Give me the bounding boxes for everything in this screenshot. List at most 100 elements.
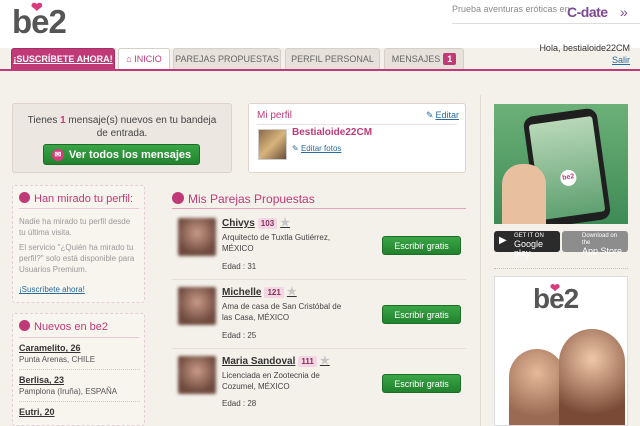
newbies-title: Nuevos en be2: [19, 320, 108, 333]
viewed-profile-panel: Han mirado tu perfil: Nadie ha mirado tu…: [12, 185, 145, 303]
match-name[interactable]: Michelle 121 ★: [222, 285, 297, 298]
match-age: Edad : 25: [222, 331, 257, 340]
match-name-text[interactable]: Chivys: [222, 218, 255, 229]
newbies-title-text: Nuevos en be2: [34, 321, 108, 333]
my-profile-title: Mi perfil: [257, 110, 293, 121]
match-name-text[interactable]: Maria Sandoval: [222, 356, 295, 367]
table-row: Chivys 103 ★ Arquitecto de Tuxtla Gutiérre…: [172, 216, 466, 280]
match-description: Ama de casa de San Cristóbal de las Casa…: [222, 302, 342, 322]
header: be2 ❤ Prueba aventuras eróticas en C-dat…: [0, 0, 640, 48]
nav-underline: [0, 69, 640, 71]
app-store-text: App Store: [582, 246, 623, 256]
tab-mensajes-label: Mensajes: [391, 54, 441, 64]
row-separator: [172, 348, 466, 349]
table-row: Maria Sandoval 111 ★ Licenciada en Zootecn…: [172, 354, 466, 418]
match-age: Edad : 28: [222, 399, 257, 408]
messages-box: Tienes 1 mensaje(s) nuevos en tu bandeja…: [12, 103, 232, 173]
heart-icon: ❤: [550, 281, 560, 295]
edit-profile-text[interactable]: Editar: [435, 110, 459, 120]
messages-count-badge: 1: [443, 53, 457, 65]
logout-link[interactable]: Salir: [612, 55, 630, 65]
write-free-button[interactable]: Escribir gratis: [382, 374, 461, 393]
tab-subscribe[interactable]: ¡Suscríbete ahora!: [11, 48, 115, 69]
envelope-icon: ✉: [51, 149, 64, 162]
messages-text-prefix: Tienes: [27, 115, 61, 126]
match-score-badge: 121: [264, 287, 284, 298]
viewed-none-text: Nadie ha mirado tu perfil desde tu últim…: [19, 217, 131, 237]
google-play-text: Google play: [514, 239, 544, 258]
viewed-divider: [19, 208, 139, 209]
newbie-location: Pamplona (Iruña), ESPAÑA: [19, 387, 118, 396]
tab-mensajes[interactable]: Mensajes 1: [384, 48, 464, 69]
tab-perfil[interactable]: Perfil personal: [285, 48, 380, 69]
phone-logo: be2: [559, 168, 578, 187]
profile-photo[interactable]: [258, 129, 287, 160]
profile-username[interactable]: Bestialoide22CM: [292, 127, 372, 138]
ad-divider: [494, 268, 628, 269]
google-play-button[interactable]: ▶ GET IT ON Google play: [494, 231, 560, 258]
messages-text-suffix: mensaje(s) nuevos en tu bandeja de entra…: [65, 115, 217, 139]
right-column-divider: [480, 95, 481, 426]
match-description: Licenciada en Zootecnia de Cozumel, MÉXI…: [222, 371, 320, 391]
user-info: Hola, bestialoide22CM Salir: [500, 42, 630, 66]
chevron-right-icon[interactable]: »: [620, 4, 628, 20]
pencil-icon: ✎: [292, 144, 301, 153]
my-profile-box: Mi perfil ✎ Editar Bestialoide22CM ✎ Edit…: [248, 103, 466, 173]
cdate-logo[interactable]: C-date: [567, 4, 608, 20]
match-name[interactable]: Maria Sandoval 111 ★: [222, 354, 330, 367]
newbie-name[interactable]: Berlisa, 23: [19, 375, 140, 385]
match-photo[interactable]: [178, 356, 216, 394]
star-icon[interactable]: ★: [320, 355, 330, 367]
newbie-name[interactable]: Caramelito, 26: [19, 343, 140, 353]
messages-notice: Tienes 1 mensaje(s) nuevos en tu bandeja…: [13, 114, 231, 140]
viewed-title: Han mirado tu perfil:: [19, 192, 133, 205]
list-item[interactable]: Eutri, 20: [19, 407, 140, 417]
pencil-icon: ✎: [425, 110, 434, 120]
matches-title: Mis Parejas Propuestas: [172, 192, 315, 206]
row-separator: [172, 279, 466, 280]
play-icon: ▶: [499, 235, 507, 246]
cdate-promo-text: Prueba aventuras eróticas en: [452, 4, 570, 14]
newbies-divider: [19, 337, 139, 338]
be2-logo[interactable]: be2 ❤: [12, 0, 67, 41]
match-score-badge: 111: [298, 356, 317, 367]
table-row: Michelle 121 ★ Ama de casa de San Cristóba…: [172, 285, 466, 349]
hand-image: [502, 164, 546, 224]
heart-icon: ❤: [31, 0, 43, 15]
be2-ad-banner[interactable]: be2 ❤: [494, 276, 628, 426]
tab-home[interactable]: ⌂ Inicio: [118, 48, 170, 69]
matches-divider: [172, 208, 466, 209]
edit-photos-link[interactable]: ✎ Editar fotos: [292, 144, 341, 153]
edit-photos-text[interactable]: Editar fotos: [301, 144, 341, 153]
list-item[interactable]: Berlisa, 23 Pamplona (Iruña), ESPAÑA: [19, 375, 140, 402]
newbie-separator: [19, 369, 140, 370]
newbie-location: Punta Arenas, CHILE: [19, 355, 96, 364]
newbies-panel: Nuevos en be2 Caramelito, 26 Punta Arena…: [12, 313, 145, 426]
edit-profile-link[interactable]: ✎ Editar: [426, 110, 459, 121]
user-greeting: Hola, bestialoide22CM: [539, 43, 630, 53]
match-name-text[interactable]: Michelle: [222, 287, 261, 298]
app-store-button[interactable]: Download on the App Store: [562, 231, 628, 256]
users-icon: [19, 320, 30, 331]
write-free-button[interactable]: Escribir gratis: [382, 236, 461, 255]
be2-ad-logo: be2 ❤: [533, 281, 579, 315]
match-photo[interactable]: [178, 287, 216, 325]
view-all-messages-button[interactable]: ✉ Ver todos los mensajes: [43, 144, 200, 165]
match-name[interactable]: Chivys 103 ★: [222, 216, 290, 229]
list-item[interactable]: Caramelito, 26 Punta Arenas, CHILE: [19, 343, 140, 370]
user-icon: [19, 192, 30, 203]
mobile-app-banner[interactable]: be2: [494, 104, 628, 224]
header-divider: [452, 23, 640, 24]
star-icon[interactable]: ★: [287, 286, 297, 298]
match-description: Arquitecto de Tuxtla Gutiérrez, MÉXICO: [222, 233, 331, 253]
tab-home-label: Inicio: [134, 54, 162, 64]
write-free-button[interactable]: Escribir gratis: [382, 305, 461, 324]
match-photo[interactable]: [178, 218, 216, 256]
star-icon[interactable]: ★: [280, 217, 290, 229]
newbie-name[interactable]: Eutri, 20: [19, 407, 140, 417]
viewed-premium-text: El servicio "¿Quién ha mirado tu perfil?…: [19, 243, 135, 274]
subscribe-link[interactable]: ¡Suscríbete ahora!: [19, 285, 85, 294]
match-age: Edad : 31: [222, 262, 257, 271]
tab-parejas[interactable]: Parejas propuestas: [173, 48, 281, 69]
viewed-title-text: Han mirado tu perfil:: [34, 193, 134, 205]
